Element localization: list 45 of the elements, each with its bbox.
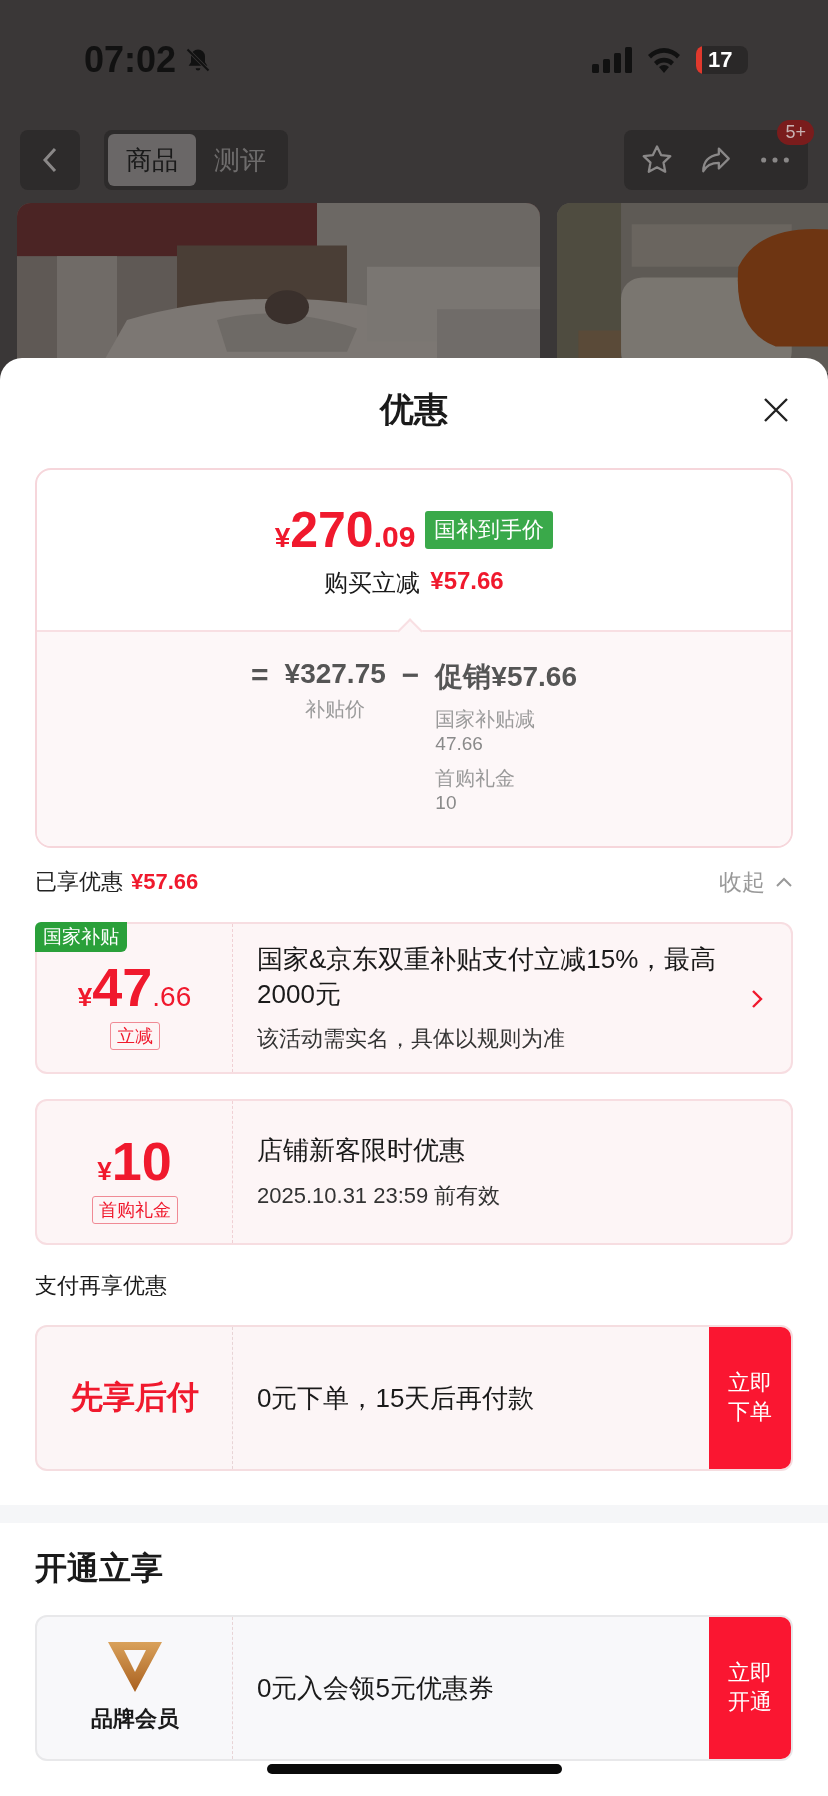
price-tag: 国补到手价 [425, 511, 554, 549]
detail-value: 47.66 [435, 733, 484, 755]
section-title: 支付再享优惠 [35, 1272, 168, 1300]
action-button[interactable]: 立即开通 [709, 1617, 791, 1759]
enjoyed-label: 已享优惠 [35, 868, 123, 896]
coupon-note: 该活动需实名，具体以规则为准 [257, 1025, 566, 1054]
promo-amount: 促销¥57.66 [435, 660, 577, 694]
coupon-amount: ¥47.66 [77, 956, 192, 1018]
brand-logo-icon [107, 1642, 162, 1692]
chevron-right-icon [751, 989, 763, 1009]
coupon-tag: 首购礼金 [91, 1196, 178, 1224]
sheet-title: 优惠 [380, 389, 448, 430]
notification-badge: 5+ [777, 120, 814, 145]
back-button[interactable] [20, 130, 80, 190]
corner-tag: 国家补贴 [35, 922, 127, 952]
coupon-tag: 立减 [109, 1022, 160, 1050]
offer-label: 先享后付 [70, 1378, 199, 1417]
reduction-value: ¥57.66 [430, 567, 504, 596]
base-label: 补贴价 [304, 697, 367, 722]
coupon-title: 店铺新客限时优惠 [257, 1134, 466, 1168]
equals-sign: = [251, 658, 269, 692]
detail-label: 国家补贴减 [435, 707, 537, 732]
offer-text: 0元下单，15天后再付款 [256, 1381, 536, 1415]
enjoyed-amount: ¥57.66 [131, 869, 199, 895]
coupon-card[interactable]: 国家补贴 ¥47.66 立减 国家&京东双重补贴支付立减15%，最高2000元 该活动需实名，具体以规则为准 [35, 922, 793, 1074]
detail-label: 首购礼金 [435, 766, 517, 791]
signal-icon [592, 47, 632, 73]
coupon-title: 国家&京东双重补贴支付立减15%，最高2000元 [257, 942, 718, 1011]
battery-icon: 17 [696, 46, 748, 74]
final-price: ¥270.09 [274, 501, 416, 559]
offer-text: 0元入会领5元优惠券 [256, 1671, 495, 1705]
detail-value: 10 [435, 792, 458, 814]
base-price: ¥327.75 [284, 658, 386, 690]
section-title: 开通立享 [35, 1549, 164, 1588]
minus-sign: − [401, 658, 420, 692]
tab[interactable]: 商品 [108, 134, 196, 186]
coupon-amount: ¥10 [97, 1130, 172, 1192]
collapse-toggle[interactable]: 收起 [719, 866, 793, 898]
reduction-label: 购买立减 [324, 568, 421, 598]
offer-label: 品牌会员 [90, 1705, 179, 1733]
tab[interactable]: 测评 [196, 134, 284, 186]
coupon-card[interactable]: ¥10 首购礼金 店铺新客限时优惠 2025.10.31 23:59 前有效 [35, 1099, 793, 1245]
wifi-icon [646, 47, 682, 73]
coupon-note: 2025.10.31 23:59 前有效 [257, 1181, 502, 1210]
action-button[interactable]: 立即下单 [709, 1327, 791, 1469]
